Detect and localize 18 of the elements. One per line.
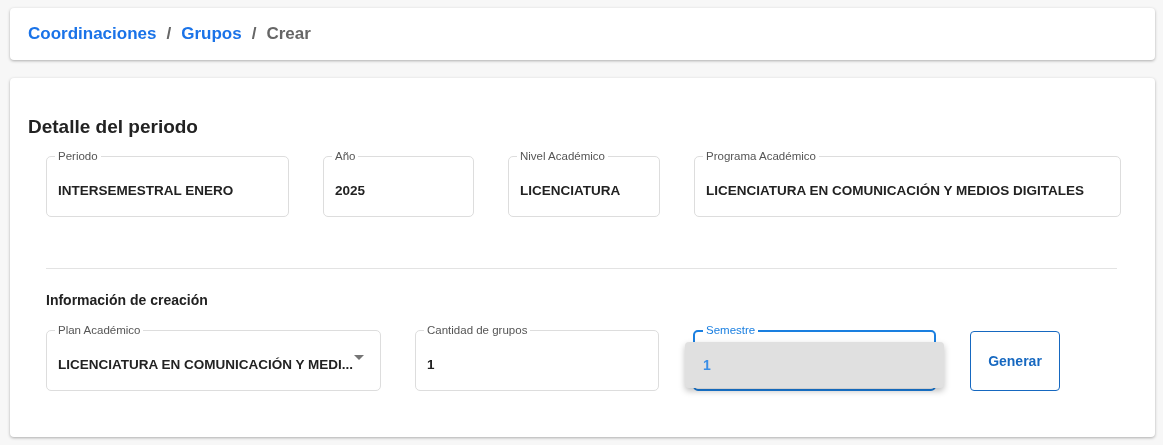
field-value: INTERSEMESTRAL ENERO: [58, 183, 234, 198]
field-label: Periodo: [55, 150, 101, 162]
breadcrumb-separator: /: [166, 24, 172, 44]
field-value: LICENCIATURA EN COMUNICACIÓN Y MEDI...: [58, 357, 353, 372]
field-label: Año: [332, 150, 359, 162]
field-label: Programa Académico: [703, 150, 819, 162]
field-label: Nivel Académico: [517, 150, 608, 162]
breadcrumb-separator: /: [251, 24, 257, 44]
field-value: LICENCIATURA: [520, 183, 621, 198]
field-value: LICENCIATURA EN COMUNICACIÓN Y MEDIOS DIGITALES: [706, 183, 1084, 198]
section-title: Detalle del periodo: [28, 116, 198, 138]
field-label: Semestre: [703, 324, 759, 336]
breadcrumb-current: Crear: [266, 24, 311, 44]
subsection-title: Información de creación: [46, 292, 208, 308]
field-value: 2025: [335, 183, 366, 198]
field-label: Plan Académico: [55, 324, 144, 336]
field-value: 1: [427, 357, 435, 372]
field-label: Cantidad de grupos: [424, 324, 531, 336]
